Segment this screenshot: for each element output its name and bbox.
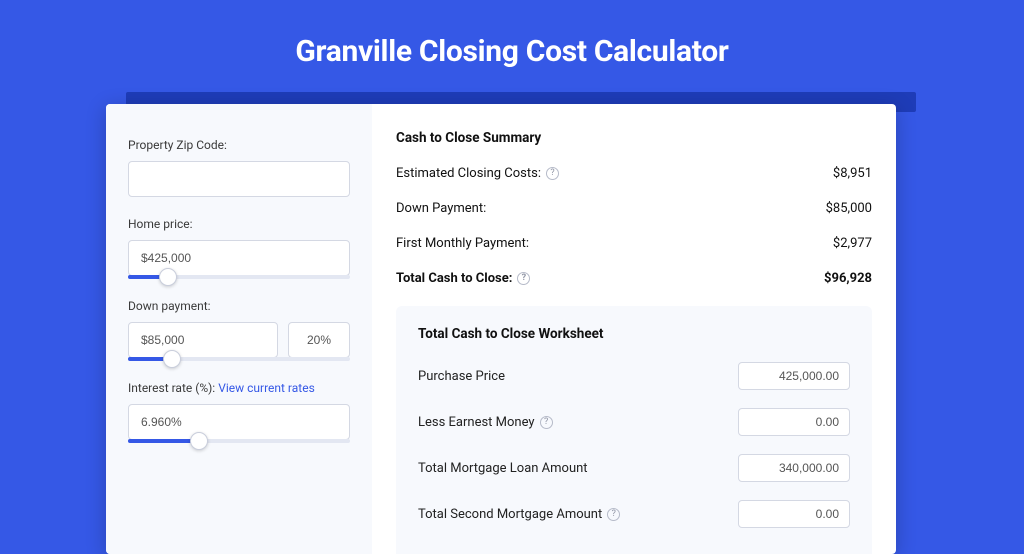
summary-value: $8,951 [833, 166, 872, 181]
summary-value: $85,000 [826, 201, 872, 216]
home-price-field: Home price: [128, 217, 350, 279]
home-price-slider[interactable] [128, 275, 350, 279]
help-icon[interactable]: ? [540, 416, 553, 429]
help-icon[interactable]: ? [607, 508, 620, 521]
worksheet-input-loan-amount[interactable] [738, 454, 850, 482]
interest-slider[interactable] [128, 439, 350, 443]
summary-row-down-payment: Down Payment: $85,000 [396, 201, 872, 216]
summary-row-closing-costs: Estimated Closing Costs: ? $8,951 [396, 166, 872, 181]
worksheet-row-second-mortgage: Total Second Mortgage Amount ? [418, 500, 850, 528]
view-rates-link[interactable]: View current rates [218, 381, 315, 395]
worksheet-row-earnest-money: Less Earnest Money ? [418, 408, 850, 436]
help-icon[interactable]: ? [546, 167, 559, 180]
interest-input[interactable] [128, 404, 350, 440]
help-icon[interactable]: ? [517, 272, 530, 285]
summary-row-total: Total Cash to Close: ? $96,928 [396, 271, 872, 286]
down-payment-input[interactable] [128, 322, 278, 358]
summary-label: Down Payment: [396, 201, 486, 216]
worksheet-input-purchase-price[interactable] [738, 362, 850, 390]
zip-label: Property Zip Code: [128, 138, 350, 152]
results-panel: Cash to Close Summary Estimated Closing … [372, 104, 896, 554]
inputs-panel: Property Zip Code: Home price: Down paym… [106, 104, 372, 554]
interest-label-text: Interest rate (%): [128, 381, 218, 395]
interest-label: Interest rate (%): View current rates [128, 381, 350, 395]
home-price-label: Home price: [128, 217, 350, 231]
zip-input[interactable] [128, 161, 350, 197]
worksheet-input-earnest-money[interactable] [738, 408, 850, 436]
summary-label: Estimated Closing Costs: [396, 166, 541, 181]
worksheet-label: Total Mortgage Loan Amount [418, 461, 588, 476]
interest-field: Interest rate (%): View current rates [128, 381, 350, 443]
interest-slider-fill [128, 439, 199, 443]
down-payment-slider[interactable] [128, 357, 350, 361]
down-payment-slider-thumb[interactable] [163, 350, 181, 368]
worksheet-input-second-mortgage[interactable] [738, 500, 850, 528]
down-payment-pct-input[interactable] [288, 322, 350, 358]
worksheet-label: Less Earnest Money [418, 415, 535, 430]
summary-value: $2,977 [833, 236, 872, 251]
down-payment-field: Down payment: [128, 299, 350, 361]
worksheet-label: Total Second Mortgage Amount [418, 507, 602, 522]
worksheet-title: Total Cash to Close Worksheet [418, 326, 850, 342]
summary-title: Cash to Close Summary [396, 130, 872, 146]
worksheet-row-purchase-price: Purchase Price [418, 362, 850, 390]
summary-label: First Monthly Payment: [396, 236, 529, 251]
interest-slider-thumb[interactable] [190, 432, 208, 450]
summary-total-label: Total Cash to Close: [396, 271, 512, 286]
page-title: Granville Closing Cost Calculator [0, 0, 1024, 69]
worksheet-label: Purchase Price [418, 369, 505, 384]
home-price-slider-thumb[interactable] [159, 268, 177, 286]
down-payment-label: Down payment: [128, 299, 350, 313]
summary-row-first-payment: First Monthly Payment: $2,977 [396, 236, 872, 251]
calculator-card: Property Zip Code: Home price: Down paym… [106, 104, 896, 554]
zip-field: Property Zip Code: [128, 138, 350, 197]
worksheet-panel: Total Cash to Close Worksheet Purchase P… [396, 306, 872, 554]
summary-total-value: $96,928 [824, 271, 872, 286]
worksheet-row-loan-amount: Total Mortgage Loan Amount [418, 454, 850, 482]
